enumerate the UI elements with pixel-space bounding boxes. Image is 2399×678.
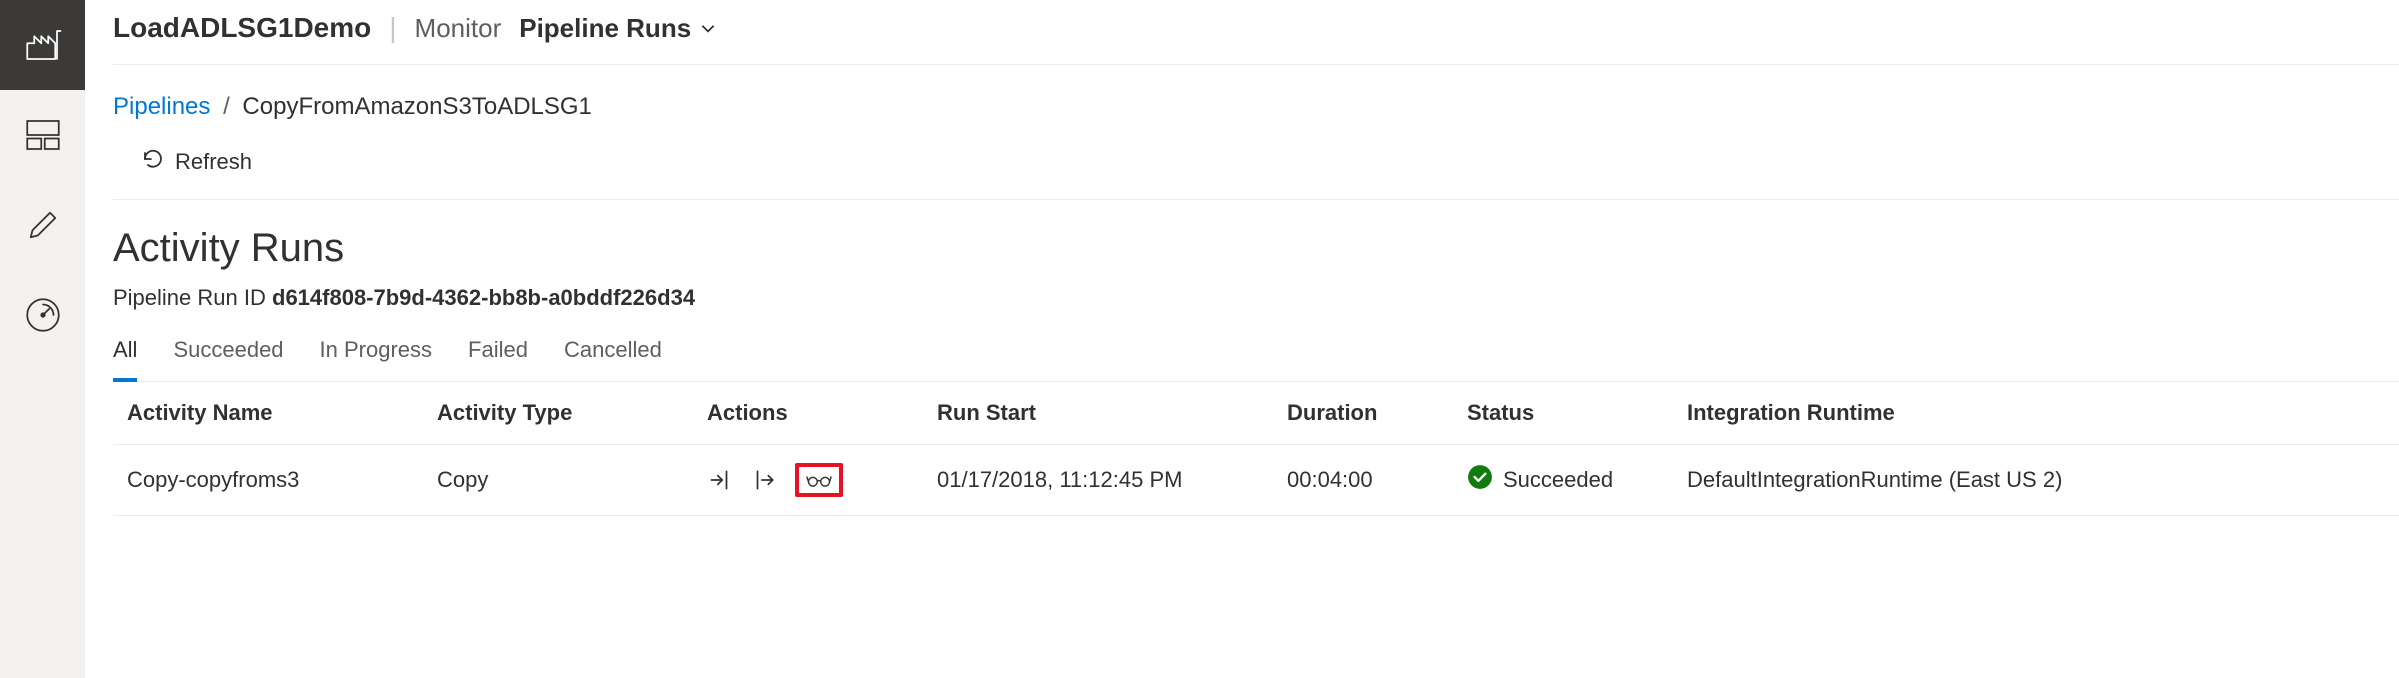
tab-cancelled[interactable]: Cancelled — [564, 337, 662, 373]
header-divider: | — [389, 12, 396, 44]
refresh-icon — [141, 147, 165, 177]
dropdown-label: Pipeline Runs — [519, 13, 691, 44]
tab-all[interactable]: All — [113, 337, 137, 382]
run-id-label: Pipeline Run ID — [113, 285, 266, 310]
pipeline-runs-dropdown[interactable]: Pipeline Runs — [519, 13, 717, 44]
nav-monitor-icon[interactable] — [0, 270, 85, 360]
col-activity-type[interactable]: Activity Type — [423, 382, 693, 445]
left-sidebar — [0, 0, 85, 678]
cell-run-start: 01/17/2018, 11:12:45 PM — [923, 445, 1273, 516]
input-icon[interactable] — [707, 467, 733, 493]
resource-name: LoadADLSG1Demo — [113, 12, 371, 44]
tab-succeeded[interactable]: Succeeded — [173, 337, 283, 373]
cell-duration: 00:04:00 — [1273, 445, 1453, 516]
header-section: Monitor — [415, 13, 502, 44]
breadcrumb-root-link[interactable]: Pipelines — [113, 93, 210, 120]
table-row: Copy-copyfroms3 Copy — [113, 445, 2399, 516]
refresh-button[interactable]: Refresh — [141, 147, 252, 177]
status-filter-tabs: All Succeeded In Progress Failed Cancell… — [113, 337, 2399, 382]
cell-activity-type: Copy — [423, 445, 693, 516]
nav-factory-icon[interactable] — [0, 0, 85, 90]
col-duration[interactable]: Duration — [1273, 382, 1453, 445]
refresh-label: Refresh — [175, 149, 252, 175]
col-integration-runtime[interactable]: Integration Runtime — [1673, 382, 2399, 445]
details-glasses-icon[interactable] — [795, 463, 843, 497]
tab-failed[interactable]: Failed — [468, 337, 528, 373]
tab-in-progress[interactable]: In Progress — [320, 337, 433, 373]
success-check-icon — [1467, 464, 1493, 496]
col-run-start[interactable]: Run Start — [923, 382, 1273, 445]
nav-dashboard-icon[interactable] — [0, 90, 85, 180]
cell-integration-runtime: DefaultIntegrationRuntime (East US 2) — [1673, 445, 2399, 516]
breadcrumb-separator: / — [223, 93, 230, 120]
col-activity-name[interactable]: Activity Name — [113, 382, 423, 445]
breadcrumb-current: CopyFromAmazonS3ToADLSG1 — [242, 93, 591, 120]
table-header-row: Activity Name Activity Type Actions Run … — [113, 382, 2399, 445]
col-status[interactable]: Status — [1453, 382, 1673, 445]
page-header: LoadADLSG1Demo | Monitor Pipeline Runs — [113, 12, 2399, 65]
cell-actions — [693, 445, 923, 516]
cell-status: Succeeded — [1453, 445, 1673, 516]
main-content: LoadADLSG1Demo | Monitor Pipeline Runs P… — [85, 0, 2399, 678]
page-title: Activity Runs — [113, 226, 2399, 271]
col-actions: Actions — [693, 382, 923, 445]
status-text: Succeeded — [1503, 467, 1613, 493]
output-icon[interactable] — [751, 467, 777, 493]
divider — [113, 199, 2399, 200]
nav-author-icon[interactable] — [0, 180, 85, 270]
run-id-line: Pipeline Run ID d614f808-7b9d-4362-bb8b-… — [113, 285, 2399, 311]
activity-runs-table: Activity Name Activity Type Actions Run … — [113, 382, 2399, 516]
cell-activity-name: Copy-copyfroms3 — [113, 445, 423, 516]
breadcrumb: Pipelines / CopyFromAmazonS3ToADLSG1 — [113, 65, 2399, 129]
run-id-value: d614f808-7b9d-4362-bb8b-a0bddf226d34 — [272, 285, 695, 310]
chevron-down-icon — [699, 13, 717, 44]
